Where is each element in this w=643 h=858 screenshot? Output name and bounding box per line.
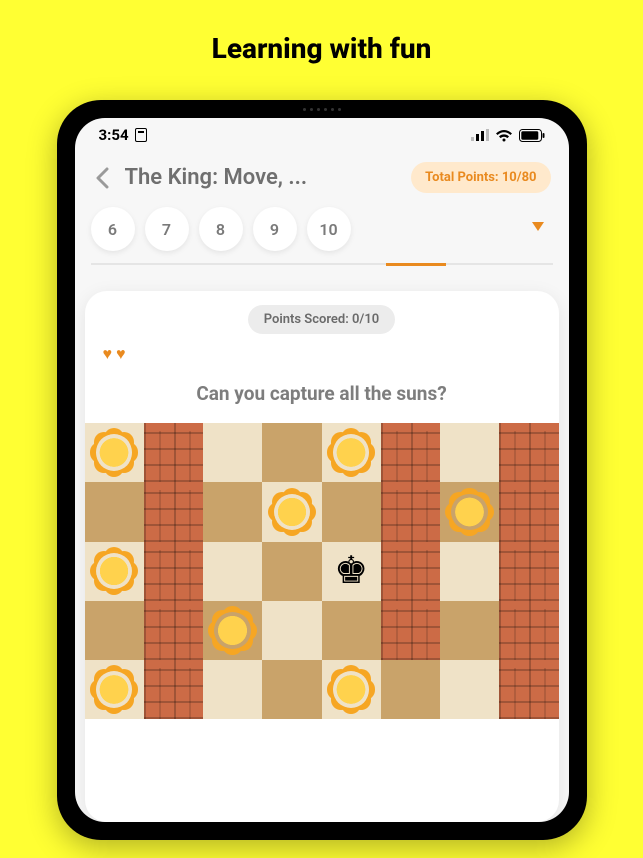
status-time: 3:54	[99, 126, 129, 144]
status-left: 3:54	[99, 126, 147, 144]
sun-square[interactable]	[85, 660, 144, 719]
tablet-frame: 3:54	[57, 100, 587, 840]
headline: Learning with fun	[0, 0, 643, 65]
step-6[interactable]: 6	[91, 207, 135, 251]
wall-square	[144, 601, 203, 660]
wall-square	[499, 660, 558, 719]
lesson-title: The King: Move, ...	[125, 165, 404, 190]
points-scored-pill: Points Scored: 0/10	[248, 305, 395, 334]
back-button[interactable]	[87, 163, 117, 193]
sun-square[interactable]	[85, 542, 144, 601]
board-square[interactable]	[262, 601, 321, 660]
heart-icon: ♥	[103, 344, 113, 364]
board-square[interactable]	[262, 542, 321, 601]
sun-square[interactable]	[203, 601, 262, 660]
board-square[interactable]	[322, 482, 381, 541]
status-bar: 3:54	[75, 118, 569, 152]
step-dropdown-button[interactable]	[523, 221, 553, 237]
status-right	[471, 129, 545, 142]
battery-icon	[519, 129, 545, 142]
board-square[interactable]	[85, 601, 144, 660]
board-square[interactable]	[203, 423, 262, 482]
total-points-pill: Total Points: 10/80	[411, 162, 550, 193]
wall-square	[381, 542, 440, 601]
hearts-row: ♥♥	[85, 334, 559, 364]
tablet-speaker-dots	[303, 108, 341, 111]
wall-square	[499, 542, 558, 601]
sun-square[interactable]	[322, 423, 381, 482]
step-progress-fill	[386, 263, 446, 266]
king-piece-icon[interactable]: ♚	[334, 552, 368, 590]
sun-square[interactable]	[322, 660, 381, 719]
board-square[interactable]	[440, 423, 499, 482]
wall-square	[499, 423, 558, 482]
board-square[interactable]	[203, 482, 262, 541]
wall-square	[144, 542, 203, 601]
chevron-left-icon	[95, 167, 109, 189]
board-square[interactable]	[262, 423, 321, 482]
board-square[interactable]	[440, 542, 499, 601]
step-progress-track	[91, 263, 553, 265]
board-square[interactable]	[85, 482, 144, 541]
caret-down-icon	[531, 221, 545, 233]
chess-board[interactable]: ♚	[85, 423, 559, 719]
board-square[interactable]	[440, 601, 499, 660]
puzzle-card: Points Scored: 0/10 ♥♥ Can you capture a…	[85, 291, 559, 822]
cellular-signal-icon	[471, 129, 489, 141]
sim-card-icon	[135, 128, 147, 142]
wall-square	[381, 601, 440, 660]
step-row: 6 7 8 9 10	[85, 207, 559, 251]
wall-square	[144, 423, 203, 482]
board-square[interactable]	[203, 542, 262, 601]
wifi-icon	[495, 129, 513, 142]
king-square[interactable]: ♚	[322, 542, 381, 601]
wall-square	[499, 601, 558, 660]
wall-square	[381, 423, 440, 482]
board-square[interactable]	[322, 601, 381, 660]
step-navigator: 6 7 8 9 10	[75, 207, 569, 273]
board-square[interactable]	[381, 660, 440, 719]
sun-square[interactable]	[440, 482, 499, 541]
board-square[interactable]	[203, 660, 262, 719]
board-square[interactable]	[262, 660, 321, 719]
screen: 3:54	[75, 118, 569, 822]
question-text: Can you capture all the suns?	[85, 364, 559, 423]
wall-square	[144, 660, 203, 719]
sun-square[interactable]	[262, 482, 321, 541]
wall-square	[144, 482, 203, 541]
heart-icon: ♥	[116, 344, 126, 364]
step-9[interactable]: 9	[253, 207, 297, 251]
wall-square	[499, 482, 558, 541]
step-7[interactable]: 7	[145, 207, 189, 251]
sun-square[interactable]	[85, 423, 144, 482]
lesson-header: The King: Move, ... Total Points: 10/80	[75, 152, 569, 207]
step-10[interactable]: 10	[307, 207, 351, 251]
wall-square	[381, 482, 440, 541]
step-8[interactable]: 8	[199, 207, 243, 251]
board-square[interactable]	[440, 660, 499, 719]
